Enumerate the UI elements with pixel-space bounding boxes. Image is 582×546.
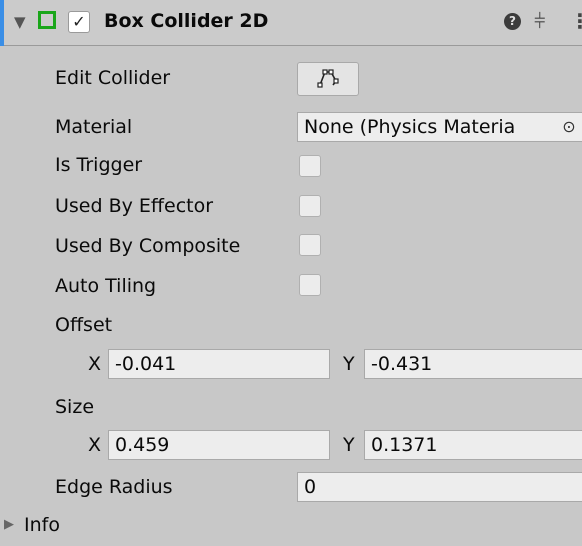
- offset-y-label: Y: [343, 353, 355, 375]
- offset-y-field[interactable]: -0.431: [364, 349, 582, 379]
- size-x-label: X: [88, 434, 102, 456]
- edit-collider-button[interactable]: [297, 62, 359, 96]
- collapse-caret-icon[interactable]: ▼: [14, 13, 26, 31]
- is-trigger-label: Is Trigger: [55, 154, 143, 176]
- edge-radius-label: Edge Radius: [55, 476, 173, 498]
- expand-caret-icon[interactable]: ▶: [4, 510, 14, 540]
- component-enabled-checkbox[interactable]: ✓: [68, 11, 90, 33]
- more-options-icon[interactable]: ⋮: [570, 9, 582, 33]
- offset-label: Offset: [55, 314, 113, 336]
- size-x-field[interactable]: 0.459: [108, 430, 330, 460]
- edit-collider-icon: [317, 69, 339, 88]
- object-picker-icon[interactable]: ⊙: [557, 113, 581, 141]
- auto-tiling-label: Auto Tiling: [55, 275, 157, 297]
- is-trigger-checkbox[interactable]: [299, 155, 321, 177]
- used-by-composite-checkbox[interactable]: [299, 234, 321, 256]
- auto-tiling-checkbox[interactable]: [299, 274, 321, 296]
- size-y-label: Y: [343, 434, 355, 456]
- used-by-effector-checkbox[interactable]: [299, 195, 321, 217]
- offset-x-label: X: [88, 353, 102, 375]
- used-by-composite-label: Used By Composite: [55, 235, 241, 257]
- edit-collider-label: Edit Collider: [55, 67, 171, 89]
- component-title: Box Collider 2D: [104, 10, 269, 32]
- size-y-field[interactable]: 0.1371: [364, 430, 582, 460]
- material-label: Material: [55, 116, 133, 138]
- size-label: Size: [55, 396, 95, 418]
- box-collider-icon: [38, 11, 56, 29]
- info-label: Info: [24, 514, 60, 536]
- help-icon[interactable]: ?: [504, 13, 521, 30]
- edge-radius-field[interactable]: 0: [297, 472, 582, 502]
- material-field[interactable]: None (Physics Materia: [297, 112, 582, 142]
- presets-icon[interactable]: ⫩: [534, 9, 545, 33]
- used-by-effector-label: Used By Effector: [55, 195, 214, 217]
- offset-x-field[interactable]: -0.041: [108, 349, 330, 379]
- component-header[interactable]: ▼ ✓ Box Collider 2D ? ⫩ ⋮: [4, 0, 582, 46]
